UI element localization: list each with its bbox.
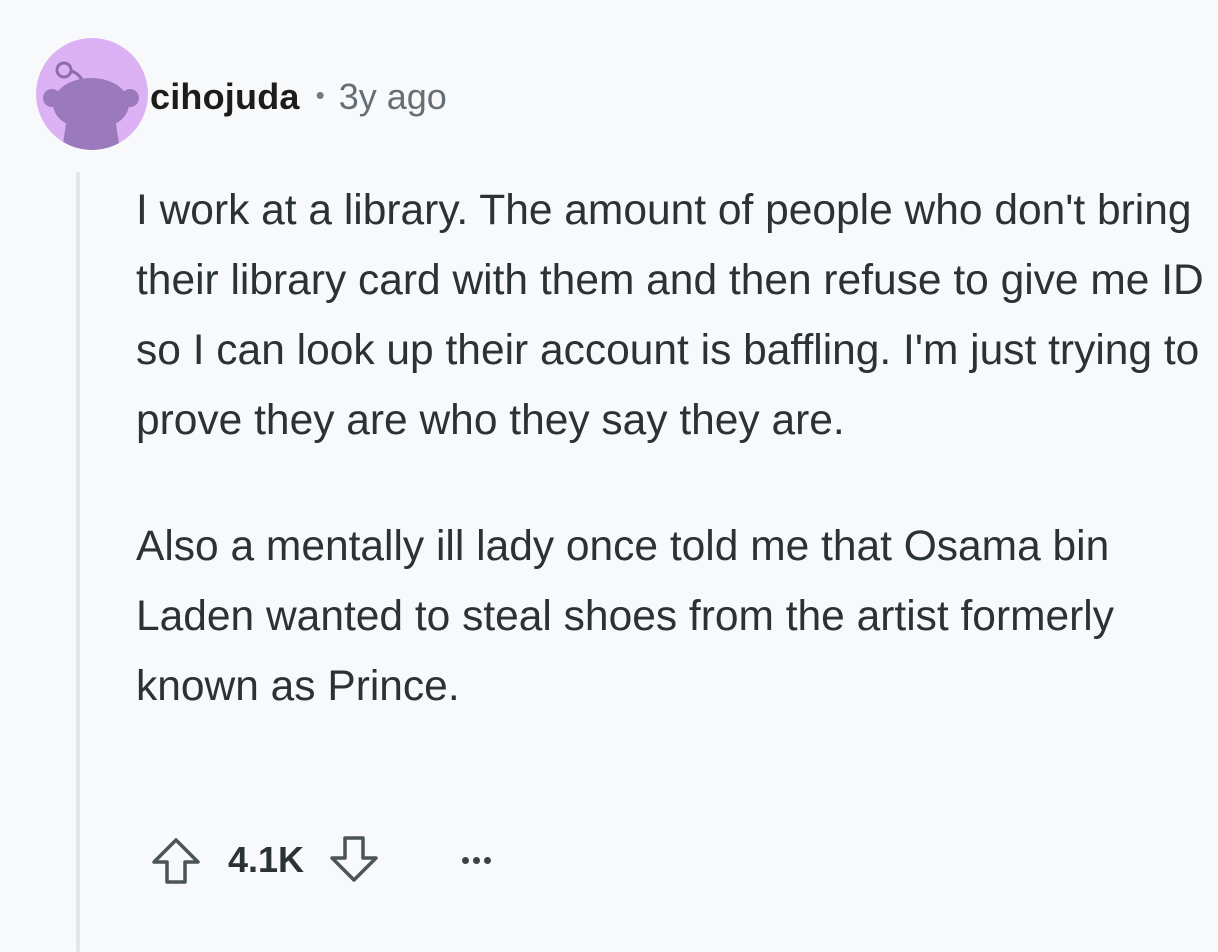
comment-meta: cihojuda • 3y ago [150,74,447,120]
more-options-button[interactable] [462,856,492,864]
arrow-up-outline-icon [152,838,200,884]
timestamp[interactable]: 3y ago [339,76,447,118]
username-link[interactable]: cihojuda [150,76,300,118]
comment-paragraph: I work at a library. The amount of peopl… [136,187,1204,444]
upvote-button[interactable] [146,832,206,888]
thread-line[interactable] [76,172,80,952]
ellipsis-icon [484,856,492,864]
arrow-down-outline-icon [330,836,378,882]
vote-score: 4.1K [228,839,305,880]
snoo-avatar-icon [43,61,139,150]
avatar[interactable] [36,38,148,150]
downvote-button[interactable] [324,832,384,888]
ellipsis-icon [473,856,481,864]
comment-body: I work at a library. The amount of peopl… [136,176,1206,722]
meta-separator: • [315,79,325,110]
ellipsis-icon [462,856,470,864]
comment-paragraph: Also a mentally ill lady once told me th… [136,523,1114,710]
comment-actions: 4.1K [146,832,492,888]
